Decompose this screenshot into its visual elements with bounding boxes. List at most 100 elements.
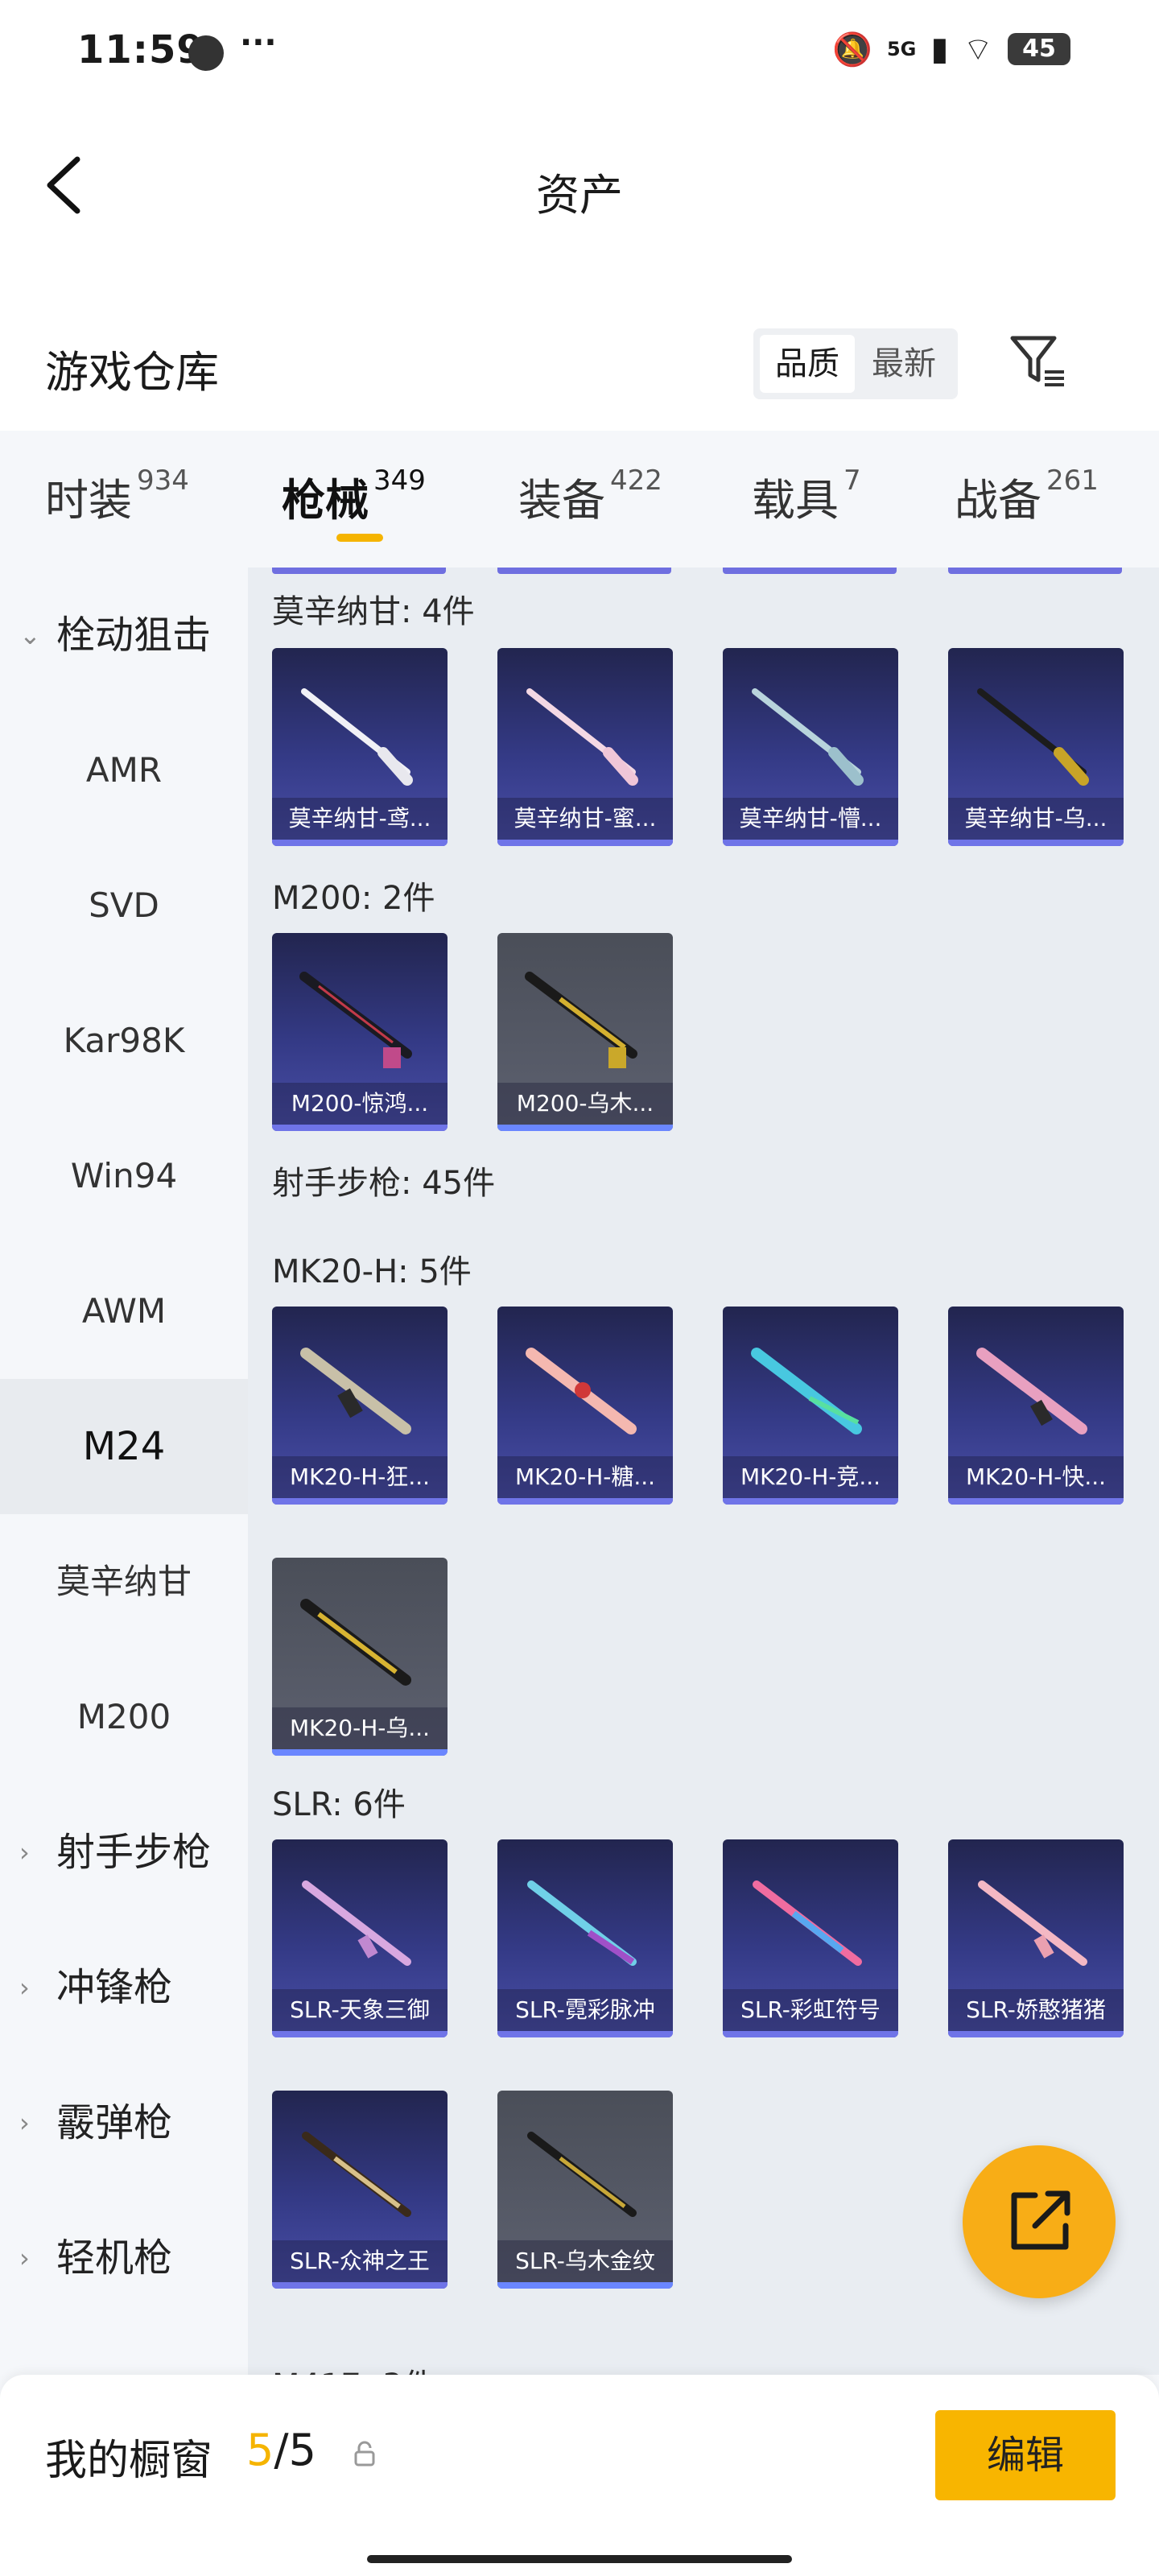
weapon-card[interactable]: MK20-H-乌... bbox=[272, 1558, 448, 1756]
rarity-bar bbox=[497, 2282, 673, 2289]
tab-count: 349 bbox=[373, 464, 426, 497]
weapon-card[interactable]: 莫辛纳甘-鸢... bbox=[272, 648, 448, 846]
sidebar-group-bolt-action[interactable]: ⌄ 栓动狙击 bbox=[0, 568, 248, 703]
sidebar-group-smg[interactable]: › 冲锋枪 bbox=[0, 1920, 248, 2055]
showcase-label: 我的橱窗 bbox=[45, 2437, 213, 2485]
rarity-bar bbox=[723, 840, 898, 846]
tab-label: 装备 bbox=[518, 475, 605, 526]
section-header-m417: M417: 3件 bbox=[272, 2359, 435, 2375]
chevron-right-icon: › bbox=[19, 1972, 30, 2003]
rarity-bar bbox=[723, 2031, 898, 2037]
edit-button[interactable]: 编辑 bbox=[935, 2410, 1116, 2500]
sidebar-item-svd[interactable]: SVD bbox=[0, 838, 248, 973]
sidebar-group-label: 射手步枪 bbox=[56, 1830, 212, 1875]
tab-equipment[interactable]: 装备 422 bbox=[518, 464, 662, 528]
rarity-bar bbox=[948, 840, 1124, 846]
category-tabs: 时装 934 枪械 349 装备 422 载具 7 战备 261 bbox=[0, 431, 1159, 568]
weapon-name: SLR-众神之王 bbox=[272, 2240, 448, 2282]
sidebar-item-m200[interactable]: M200 bbox=[0, 1649, 248, 1785]
section-header-mosin: 莫辛纳甘: 4件 bbox=[272, 593, 475, 630]
weapon-card[interactable]: SLR-天象三御 bbox=[272, 1839, 448, 2037]
rarity-bar bbox=[948, 1498, 1124, 1505]
warehouse-header: 游戏仓库 品质 最新 bbox=[0, 274, 1159, 431]
warehouse-title: 游戏仓库 bbox=[45, 347, 219, 398]
weapon-card[interactable]: SLR-娇憨猪猪 bbox=[948, 1839, 1124, 2037]
rifle-icon bbox=[752, 688, 864, 786]
sort-toggle: 品质 最新 bbox=[753, 328, 958, 399]
tab-supplies[interactable]: 战备 261 bbox=[955, 464, 1099, 528]
rifle-icon bbox=[525, 972, 637, 1068]
section-header-m200: M200: 2件 bbox=[272, 880, 435, 917]
sidebar-item-awm[interactable]: AWM bbox=[0, 1244, 248, 1379]
weapon-card[interactable]: MK20-H-快... bbox=[948, 1307, 1124, 1505]
rifle-icon bbox=[300, 1599, 411, 1686]
weapon-card[interactable]: 莫辛纳甘-蜜... bbox=[497, 648, 673, 846]
rarity-bar bbox=[272, 840, 448, 846]
sidebar-group-dmr[interactable]: › 射手步枪 bbox=[0, 1785, 248, 1920]
tab-fashion[interactable]: 时装 934 bbox=[45, 464, 189, 528]
weapon-name: 莫辛纳甘-乌... bbox=[948, 798, 1124, 840]
weapon-card[interactable]: SLR-彩虹符号 bbox=[723, 1839, 898, 2037]
more-notifications-icon: ··· bbox=[240, 24, 277, 61]
weapon-card[interactable]: MK20-H-糖... bbox=[497, 1307, 673, 1505]
card-edge bbox=[948, 568, 1122, 574]
title-bar: 资产 bbox=[0, 105, 1159, 274]
tab-vehicles[interactable]: 载具 7 bbox=[752, 464, 861, 528]
weapon-card[interactable]: M200-乌木... bbox=[497, 933, 673, 1131]
rarity-bar bbox=[497, 840, 673, 846]
weapon-name: 莫辛纳甘-蜜... bbox=[497, 798, 673, 840]
weapon-name: SLR-天象三御 bbox=[272, 1989, 448, 2031]
clock-icon bbox=[188, 35, 224, 71]
sidebar-item-m24[interactable]: M24 bbox=[0, 1379, 248, 1514]
wifi-icon: ⌔ bbox=[963, 31, 993, 68]
sidebar-group-label: 霰弹枪 bbox=[56, 2100, 173, 2145]
status-bar: 11:59 ··· 🔕 5G ▮ ⌔ 45 bbox=[0, 0, 1159, 105]
weapon-card[interactable]: SLR-众神之王 bbox=[272, 2091, 448, 2289]
section-header-mk20: MK20-H: 5件 bbox=[272, 1253, 472, 1290]
section-header-dmr: 射手步枪: 45件 bbox=[272, 1165, 496, 1202]
card-edge bbox=[497, 568, 671, 574]
weapon-card[interactable]: 莫辛纳甘-乌... bbox=[948, 648, 1124, 846]
network-label: 5G bbox=[886, 38, 917, 60]
weapon-card[interactable]: 莫辛纳甘-懵... bbox=[723, 648, 898, 846]
active-tab-indicator bbox=[336, 534, 383, 542]
sidebar-group-shotgun[interactable]: › 霰弹枪 bbox=[0, 2055, 248, 2190]
share-button[interactable] bbox=[963, 2145, 1116, 2298]
tab-label: 枪械 bbox=[282, 475, 369, 526]
sort-newest-button[interactable]: 最新 bbox=[856, 335, 951, 393]
sidebar-item-kar98k[interactable]: Kar98K bbox=[0, 973, 248, 1108]
tab-guns[interactable]: 枪械 349 bbox=[282, 464, 426, 528]
chevron-right-icon: › bbox=[19, 2243, 30, 2273]
rifle-icon bbox=[302, 1880, 411, 1966]
sort-quality-button[interactable]: 品质 bbox=[760, 335, 855, 393]
filter-icon[interactable] bbox=[1008, 332, 1069, 393]
signal-icon: ▮ bbox=[930, 31, 949, 68]
mute-icon: 🔕 bbox=[832, 31, 872, 68]
weapon-card[interactable]: SLR-霓彩脉冲 bbox=[497, 1839, 673, 2037]
sidebar-item-amr[interactable]: AMR bbox=[0, 703, 248, 838]
rarity-bar bbox=[723, 1498, 898, 1505]
tab-count: 261 bbox=[1046, 464, 1099, 497]
rarity-bar bbox=[497, 1125, 673, 1131]
weapon-card[interactable]: MK20-H-竞... bbox=[723, 1307, 898, 1505]
weapon-card[interactable]: SLR-乌木金纹 bbox=[497, 2091, 673, 2289]
sidebar-group-lmg[interactable]: › 轻机枪 bbox=[0, 2190, 248, 2326]
tab-count: 7 bbox=[843, 464, 861, 497]
weapon-grid: 莫辛纳甘: 4件 莫辛纳甘-鸢... 莫辛纳甘-蜜... 莫辛纳甘-懵... 莫… bbox=[248, 568, 1159, 2375]
sidebar-item-mosin[interactable]: 莫辛纳甘 bbox=[0, 1514, 248, 1649]
home-indicator bbox=[367, 2555, 792, 2563]
page-title: 资产 bbox=[536, 170, 623, 221]
weapon-card[interactable]: M200-惊鸿... bbox=[272, 933, 448, 1131]
chevron-down-icon: ⌄ bbox=[19, 620, 41, 650]
weapon-name: M200-惊鸿... bbox=[272, 1083, 448, 1125]
rarity-bar bbox=[272, 1498, 448, 1505]
tab-label: 战备 bbox=[955, 475, 1041, 526]
rarity-bar bbox=[272, 2031, 448, 2037]
weapon-name: M200-乌木... bbox=[497, 1083, 673, 1125]
showcase-total: 5 bbox=[288, 2425, 316, 2475]
weapon-card[interactable]: MK20-H-狂... bbox=[272, 1307, 448, 1505]
external-link-icon bbox=[1011, 2190, 1070, 2250]
card-edge bbox=[272, 568, 446, 574]
rifle-icon bbox=[753, 1880, 862, 1966]
sidebar-item-win94[interactable]: Win94 bbox=[0, 1108, 248, 1244]
